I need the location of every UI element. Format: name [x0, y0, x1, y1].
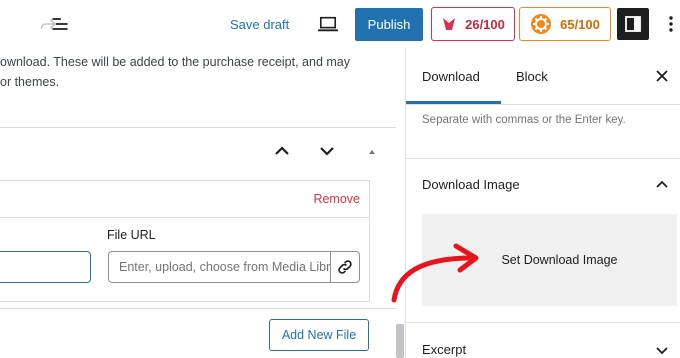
divider — [406, 322, 680, 323]
seo-logo-icon — [443, 18, 456, 30]
tags-help-text: Separate with commas or the Enter key. — [422, 114, 626, 126]
set-download-image-label: Set Download Image — [501, 253, 618, 267]
gear-icon — [531, 14, 552, 34]
list-view-icon[interactable] — [48, 12, 72, 36]
move-up-icon[interactable] — [271, 142, 293, 160]
download-file-row: Remove File URL Enter, upload, choose fr… — [0, 180, 370, 302]
save-draft-button[interactable]: Save draft — [222, 8, 297, 40]
readability-score-value: 65/100 — [560, 16, 600, 32]
top-toolbar: Save draft Publish 26/100 65/100 — [0, 0, 680, 48]
chevron-down-icon[interactable] — [655, 343, 669, 357]
settings-sidebar-toggle[interactable] — [617, 8, 649, 40]
set-download-image-button[interactable]: Set Download Image — [422, 214, 677, 306]
editor-canvas: ownload. These will be added to the purc… — [0, 48, 405, 358]
move-down-icon[interactable] — [316, 142, 338, 160]
divider — [0, 308, 396, 309]
tab-download[interactable]: Download — [422, 48, 480, 104]
editor-scrollbar[interactable] — [396, 48, 405, 358]
remove-file-link[interactable]: Remove — [313, 192, 360, 206]
download-image-panel-title[interactable]: Download Image — [422, 177, 520, 192]
editor-scrollbar-thumb[interactable] — [396, 324, 404, 358]
chevron-up-icon[interactable] — [655, 178, 669, 192]
download-files-description: ownload. These will be added to the purc… — [0, 55, 350, 89]
close-icon[interactable] — [654, 68, 670, 84]
divider — [0, 127, 396, 128]
tab-block[interactable]: Block — [516, 48, 548, 104]
seo-score-value: 26/100 — [465, 16, 505, 32]
file-url-input[interactable]: Enter, upload, choose from Media Library — [108, 251, 330, 283]
link-icon[interactable] — [330, 251, 360, 283]
collapse-caret-icon[interactable] — [366, 145, 378, 157]
publish-button[interactable]: Publish — [355, 8, 423, 41]
divider — [0, 217, 369, 218]
readability-score-button[interactable]: 65/100 — [519, 7, 611, 41]
sidebar-icon — [625, 16, 641, 32]
excerpt-panel-title[interactable]: Excerpt — [422, 342, 466, 357]
seo-score-button[interactable]: 26/100 — [431, 7, 515, 41]
divider — [406, 104, 680, 105]
divider — [406, 158, 680, 159]
file-url-label: File URL — [107, 228, 156, 242]
more-options-icon[interactable] — [662, 12, 680, 36]
file-name-input[interactable] — [0, 251, 91, 283]
preview-icon[interactable] — [314, 12, 342, 36]
add-new-file-button[interactable]: Add New File — [269, 319, 369, 351]
settings-sidebar: Download Block Separate with commas or t… — [405, 48, 680, 358]
